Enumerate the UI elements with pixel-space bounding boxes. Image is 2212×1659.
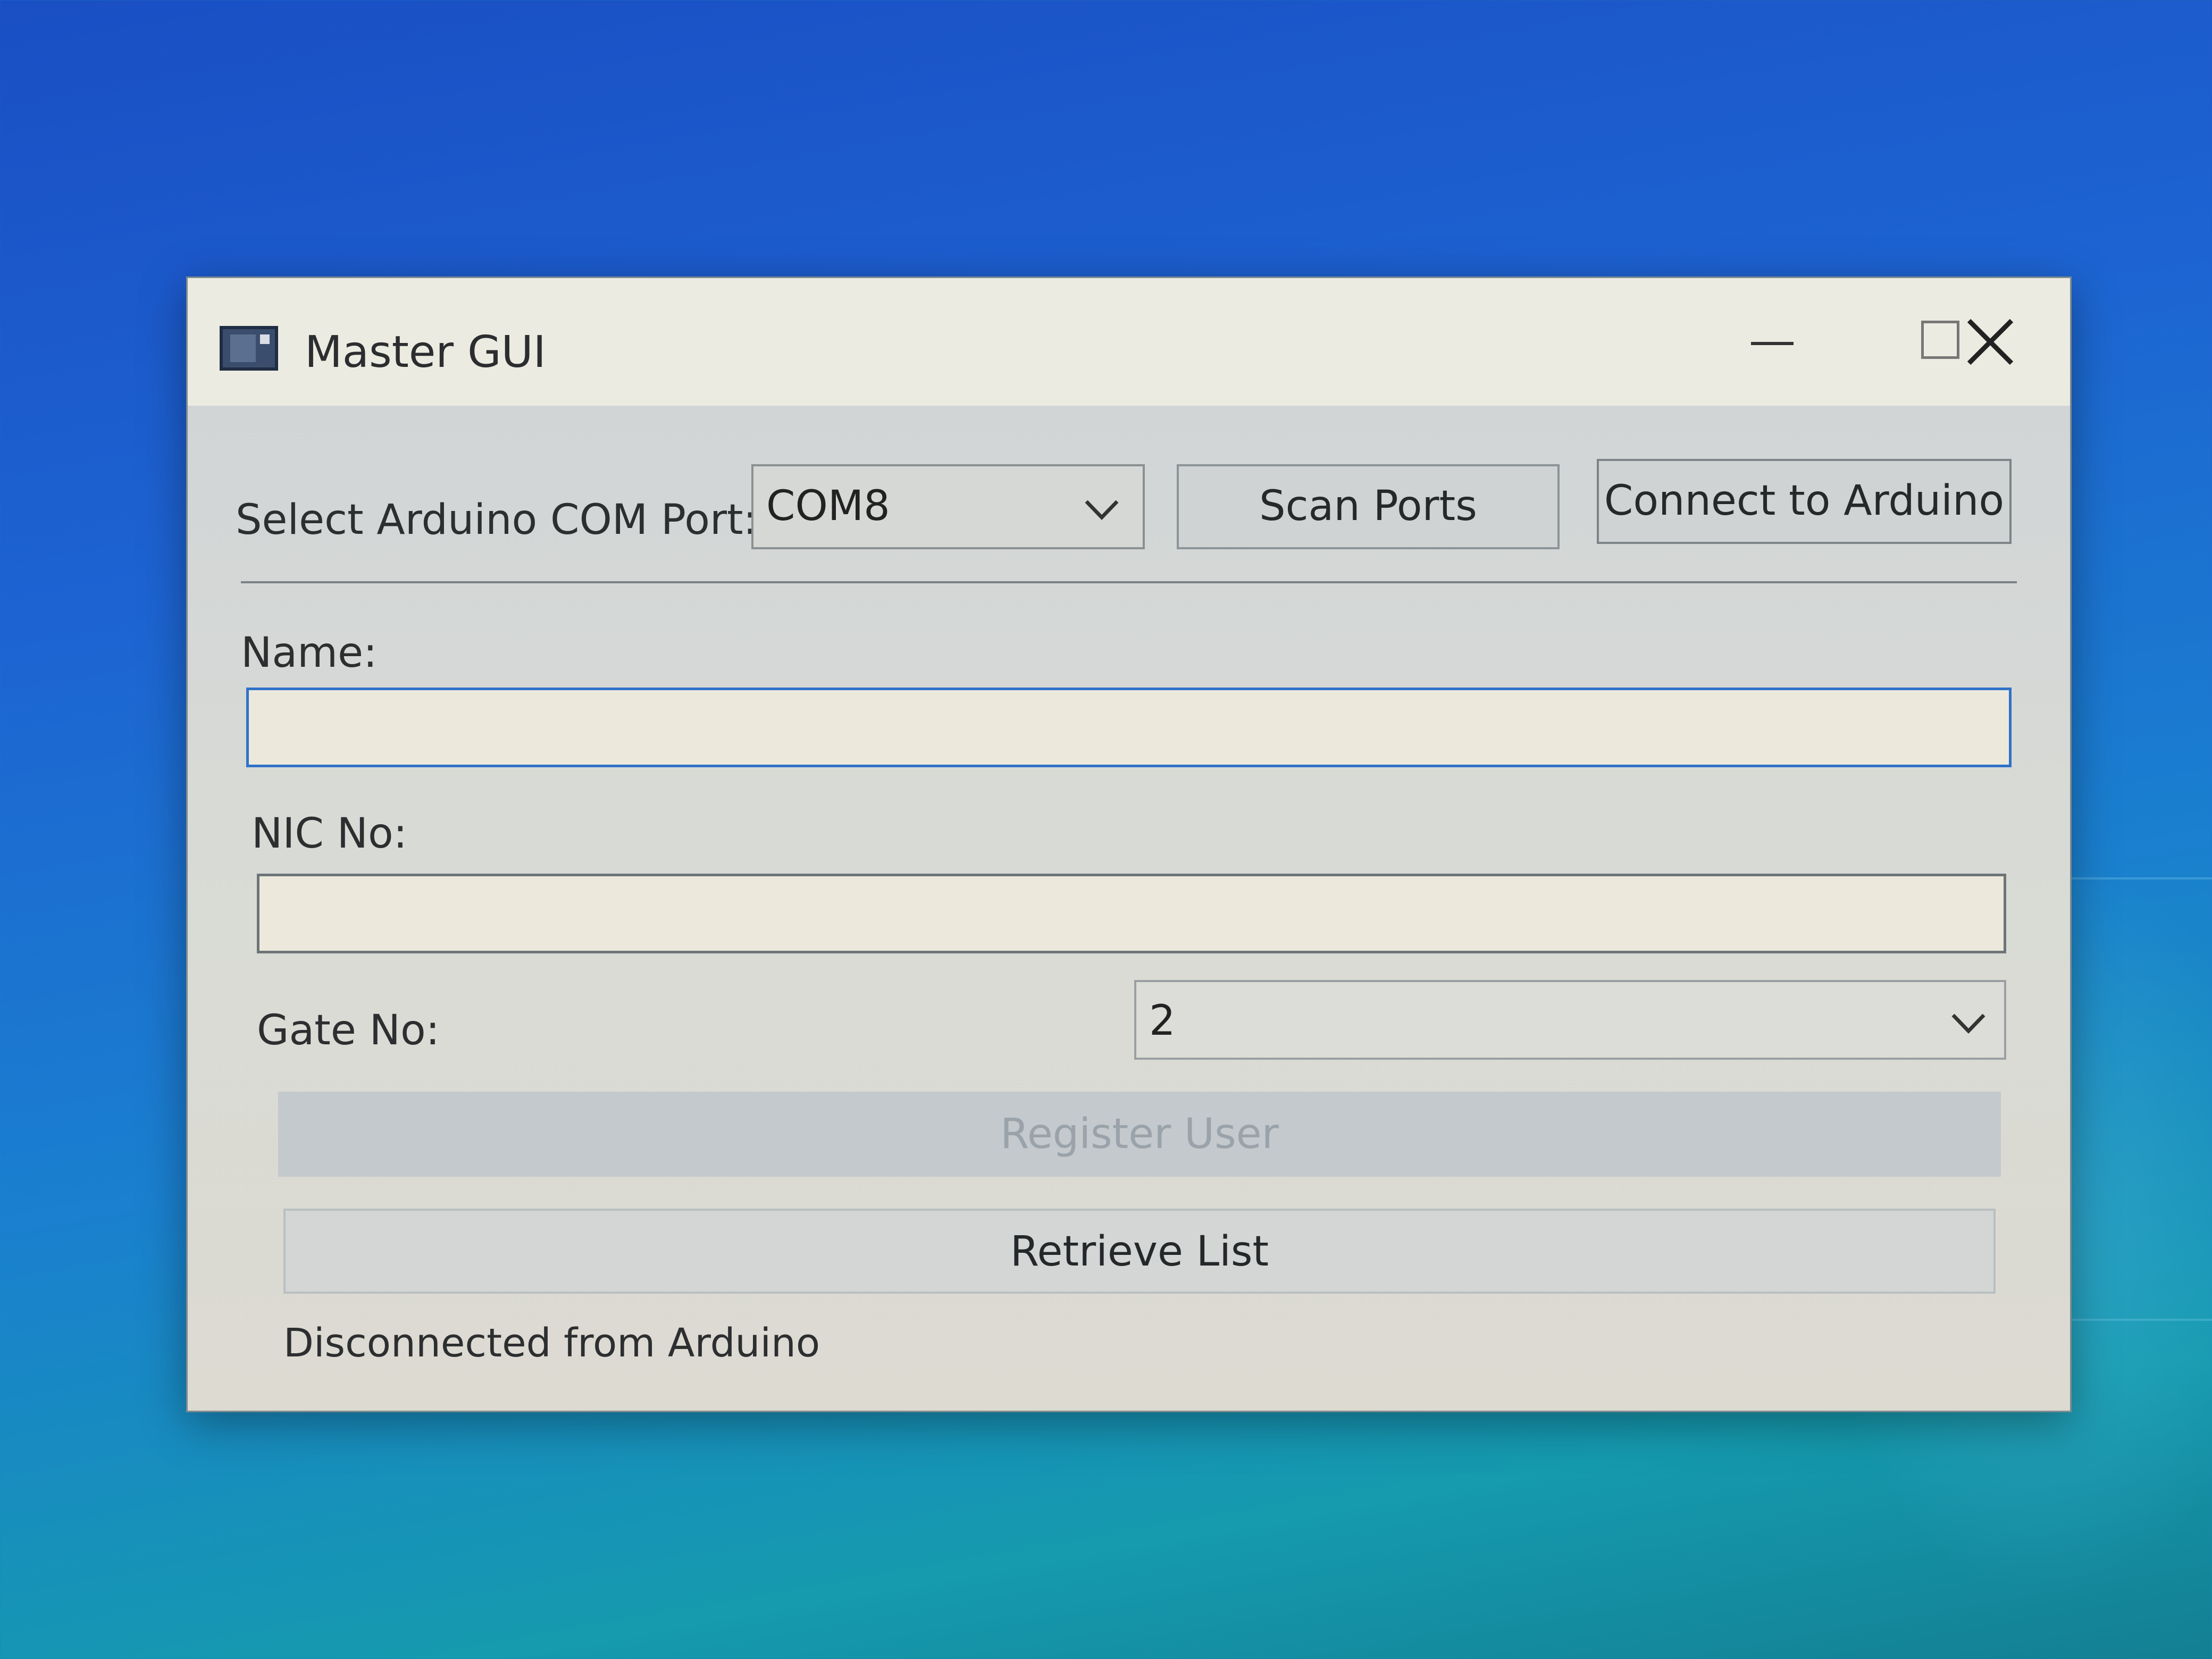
- com-port-value: COM8: [766, 482, 890, 530]
- desktop-decoration: [2047, 877, 2212, 879]
- window-title: Master GUI: [305, 327, 546, 378]
- com-port-label: Select Arduino COM Port:: [236, 496, 757, 544]
- name-input[interactable]: [246, 688, 2012, 767]
- name-label: Name:: [241, 629, 378, 677]
- com-port-dropdown[interactable]: COM8: [751, 464, 1145, 549]
- scan-ports-button[interactable]: Scan Ports: [1177, 464, 1560, 549]
- connect-to-arduino-button[interactable]: Connect to Arduino: [1597, 459, 2012, 544]
- minimize-icon: [1751, 342, 1794, 345]
- minimize-button[interactable]: [1719, 299, 1825, 379]
- register-user-button[interactable]: Register User: [278, 1092, 2001, 1177]
- gate-dropdown[interactable]: 2: [1134, 980, 2006, 1060]
- connection-status-text: Disconnected from Arduino: [283, 1320, 820, 1366]
- chevron-down-icon: [1085, 500, 1119, 521]
- section-divider: [241, 581, 2017, 583]
- nic-label: NIC No:: [252, 810, 407, 858]
- retrieve-list-button[interactable]: Retrieve List: [283, 1209, 1996, 1294]
- app-window-icon: [220, 326, 278, 371]
- close-icon: [1967, 319, 2014, 365]
- master-gui-window: Master GUI Select Arduino COM Port: COM8…: [186, 276, 2072, 1412]
- gate-value: 2: [1149, 997, 1176, 1045]
- nic-input[interactable]: [257, 874, 2006, 953]
- chevron-down-icon: [1951, 1013, 1985, 1034]
- close-button[interactable]: [1932, 299, 2038, 379]
- desktop-decoration: [2047, 1319, 2212, 1321]
- window-content: Select Arduino COM Port: COM8 Scan Ports…: [188, 406, 2070, 1411]
- title-bar[interactable]: Master GUI: [188, 278, 2070, 406]
- gate-label: Gate No:: [257, 1007, 440, 1054]
